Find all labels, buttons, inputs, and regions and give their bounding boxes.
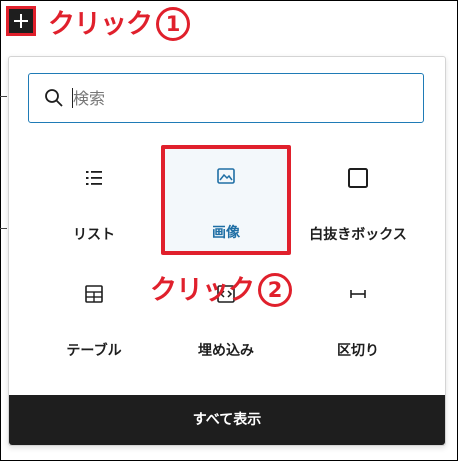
show-all-button[interactable]: すべて表示 [9, 395, 445, 445]
block-list[interactable]: リスト [29, 147, 159, 257]
add-block-button[interactable] [6, 6, 36, 36]
background-divider [0, 96, 7, 97]
block-label: 画像 [212, 225, 240, 241]
block-label: 区切り [337, 343, 379, 359]
background-divider [0, 228, 7, 229]
block-label: テーブル [66, 343, 122, 359]
block-image[interactable]: 画像 [161, 145, 291, 255]
search-icon [45, 89, 63, 107]
list-icon [86, 171, 102, 185]
image-icon [217, 168, 235, 184]
annotation-step2-text: クリック [150, 275, 255, 306]
search-box[interactable] [28, 73, 424, 123]
block-separator[interactable]: 区切り [293, 263, 423, 373]
annotation-step2: クリック 2 [150, 268, 292, 307]
block-inserter-panel: リスト 画像 白抜きボックス テーブル 埋め込み [8, 56, 446, 446]
block-group-box[interactable]: 白抜きボックス [293, 147, 423, 257]
block-label: リスト [73, 227, 115, 243]
separator-icon [350, 290, 366, 298]
square-icon [348, 168, 368, 188]
annotation-step1-text: クリック [48, 9, 153, 40]
plus-icon [14, 14, 28, 28]
annotation-step2-number: 2 [258, 273, 292, 307]
annotation-step1-number: 1 [156, 7, 190, 41]
search-input[interactable] [73, 84, 403, 112]
block-table[interactable]: テーブル [29, 263, 159, 373]
block-label: 埋め込み [198, 343, 254, 359]
block-label: 白抜きボックス [309, 227, 407, 243]
table-icon [85, 285, 103, 303]
annotation-step1: クリック 1 [48, 2, 190, 41]
